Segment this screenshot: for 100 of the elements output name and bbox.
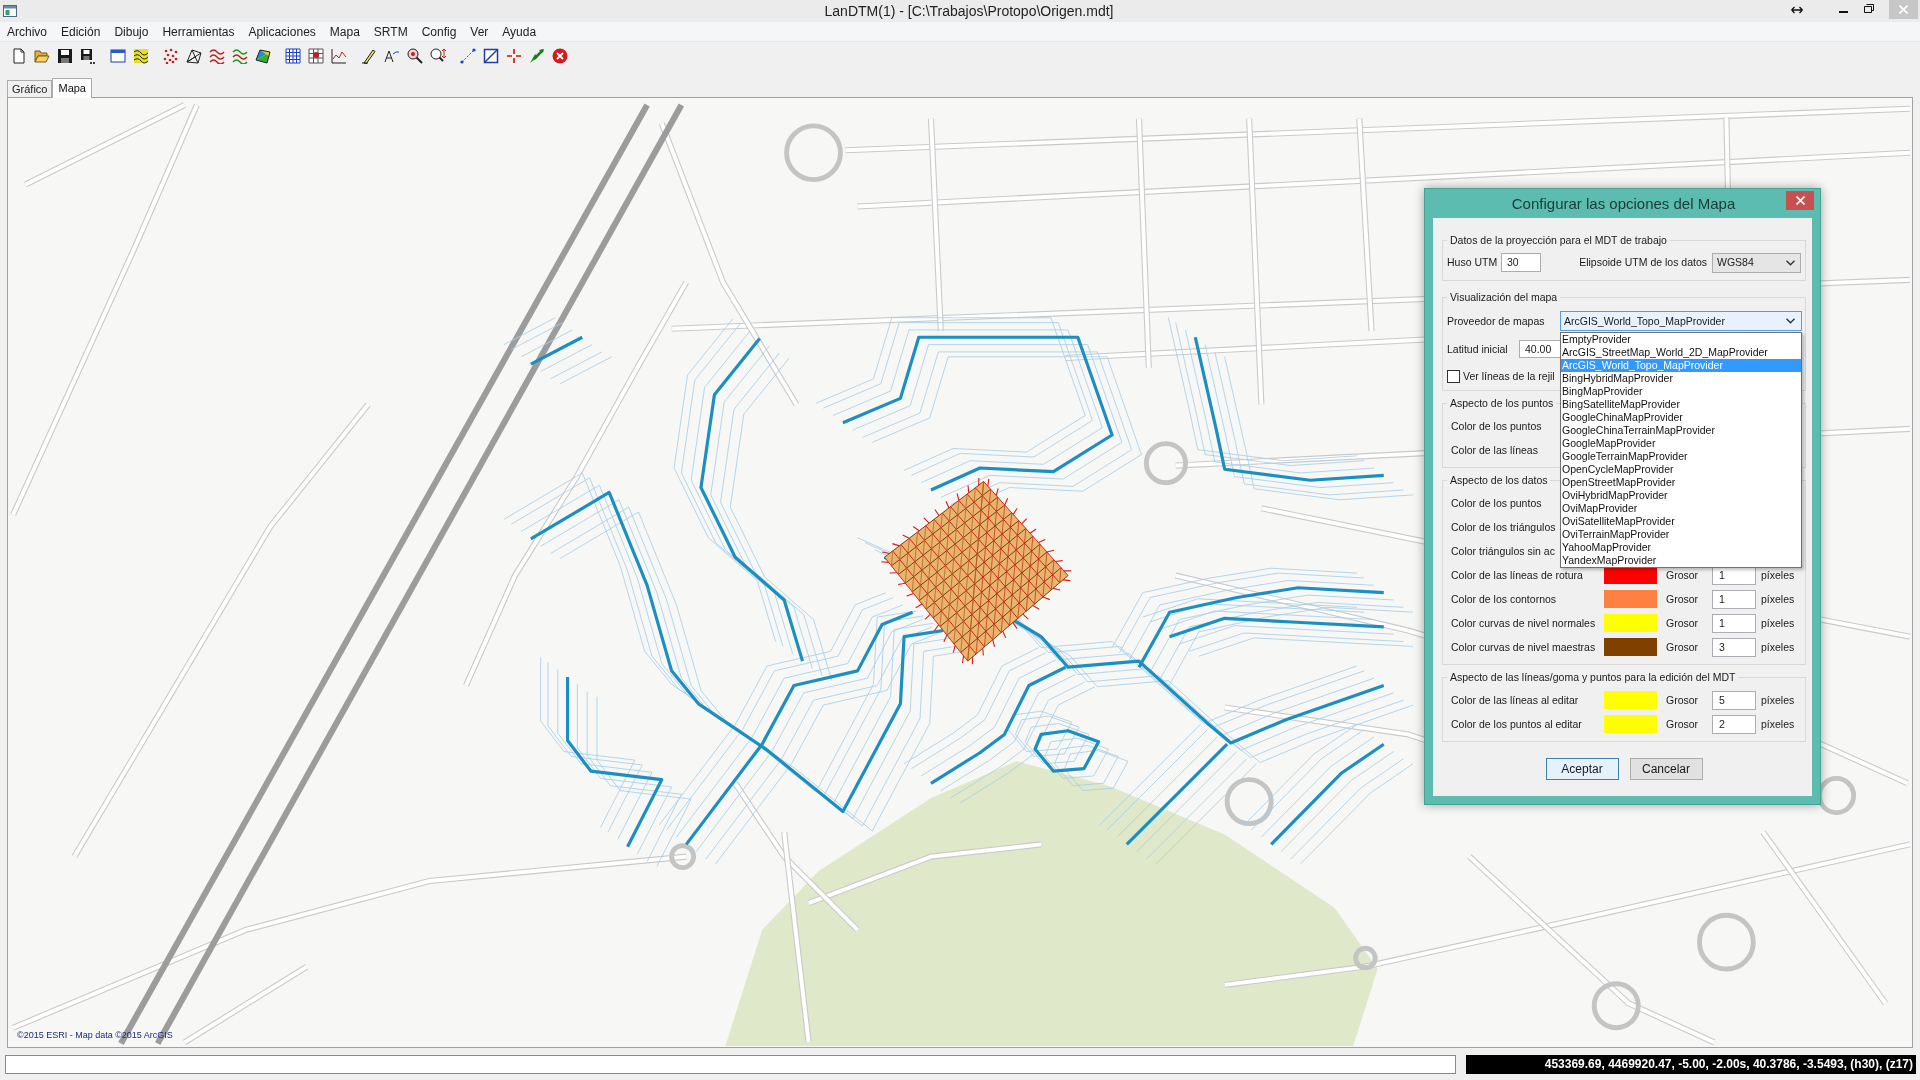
menu-item[interactable]: Ver — [463, 22, 496, 41]
dropdown-option[interactable]: GoogleMapProvider — [1561, 437, 1801, 450]
unit-label: píxeles — [1761, 616, 1795, 630]
row-label: Color triángulos sin ac — [1451, 544, 1555, 558]
latitude-input[interactable]: 40.00 — [1519, 340, 1561, 358]
dropdown-option[interactable]: OviHybridMapProvider — [1561, 489, 1801, 502]
menu-item[interactable]: Mapa — [322, 22, 367, 41]
width-input[interactable]: 2 — [1712, 714, 1756, 734]
dropdown-option[interactable]: GoogleChinaMapProvider — [1561, 411, 1801, 424]
tab[interactable]: Mapa — [52, 78, 92, 98]
dots-icon[interactable] — [163, 48, 179, 64]
dialog-button[interactable]: Cancelar — [1629, 758, 1703, 780]
row-label: Color de las líneas — [1451, 443, 1538, 457]
field-label: Grosor — [1666, 640, 1700, 654]
window-icon[interactable] — [110, 48, 126, 64]
group-heading: Visualización del mapa — [1449, 291, 1559, 304]
dropdown-option[interactable]: BingHybridMapProvider — [1561, 372, 1801, 385]
menu-item[interactable]: Aplicaciones — [241, 22, 323, 41]
colored-mesh-icon[interactable] — [255, 48, 271, 64]
menu-item[interactable]: Dibujo — [107, 22, 156, 41]
save-icon[interactable] — [57, 48, 73, 64]
app-icon — [3, 5, 17, 17]
field-label: Huso UTM — [1447, 256, 1499, 269]
row-label: Color de las líneas al editar — [1451, 693, 1580, 707]
triangle-line-icon[interactable] — [384, 48, 400, 64]
menu-item[interactable]: Ayuda — [495, 22, 544, 41]
dropdown-option[interactable]: BingMapProvider — [1561, 385, 1801, 398]
dropdown-option[interactable]: BingSatelliteMapProvider — [1561, 398, 1801, 411]
chevron-down-icon — [1786, 318, 1795, 324]
new-file-icon[interactable] — [11, 48, 27, 64]
zone-input[interactable]: 30 — [1501, 253, 1541, 272]
color-swatch-icon[interactable] — [1604, 638, 1657, 656]
unit-label: píxeles — [1761, 640, 1795, 654]
close-button[interactable] — [1786, 191, 1814, 210]
profile-chart-icon[interactable] — [331, 48, 347, 64]
provider-combo-box[interactable]: ArcGIS_World_Topo_MapProvider — [1560, 311, 1802, 331]
chevron-down-icon — [1786, 259, 1795, 266]
dropdown-option[interactable]: OviMapProvider — [1561, 502, 1801, 515]
wavy-lines-icon[interactable] — [232, 48, 248, 64]
coordinates-readout: 453369.69, 4469920.47, -5.00, -2.00s, 40.3786, -3.5493, (h30), (z17) — [1466, 1054, 1916, 1074]
ellipsoid-select[interactable]: WGS84 — [1712, 252, 1801, 273]
field-label: Latitud inicial — [1447, 342, 1509, 356]
row-label: Color de los triángulos — [1451, 520, 1556, 534]
color-swatch-icon[interactable] — [1604, 715, 1657, 733]
dropdown-option[interactable]: YahooMapProvider — [1561, 541, 1801, 554]
save-as-icon[interactable] — [80, 48, 96, 64]
dialog-title: Configurar las opciones del Mapa — [1510, 194, 1737, 214]
pencil-icon[interactable] — [361, 48, 377, 64]
open-folder-icon[interactable] — [34, 48, 50, 64]
window-title: LanDTM(1) - [C:\Trabajos\Protopo\Origen.mdt] — [823, 1, 1115, 21]
dropdown-option[interactable]: OviSatelliteMapProvider — [1561, 515, 1801, 528]
width-input[interactable]: 1 — [1712, 613, 1756, 633]
field-label: Grosor — [1666, 616, 1700, 630]
menu-item[interactable]: SRTM — [366, 22, 415, 41]
hatched-tile-icon[interactable] — [133, 48, 149, 64]
width-input[interactable]: 3 — [1712, 637, 1756, 657]
group-heading: Aspecto de los datos — [1449, 474, 1549, 487]
menu-item[interactable]: Archivo — [0, 22, 54, 41]
diagonal-arrow-icon[interactable] — [529, 48, 545, 64]
row-label: Color de los contornos — [1451, 592, 1558, 606]
close-icon — [1899, 5, 1908, 14]
menu-item[interactable]: Edición — [54, 22, 108, 41]
menu-item[interactable]: Herramientas — [155, 22, 242, 41]
square-diagonal-icon[interactable] — [483, 48, 499, 64]
wavy-lines-icon[interactable] — [209, 48, 225, 64]
dropdown-option[interactable]: GoogleTerrainMapProvider — [1561, 450, 1801, 463]
color-swatch-icon[interactable] — [1604, 614, 1657, 632]
unit-label: píxeles — [1761, 592, 1795, 606]
row-label: Color de los puntos al editar — [1451, 717, 1583, 731]
dropdown-option[interactable]: OviTerrainMapProvider — [1561, 528, 1801, 541]
dialog-button[interactable]: Aceptar — [1545, 758, 1619, 780]
close-icon — [1795, 196, 1805, 205]
double-arrow-icon[interactable] — [1791, 6, 1803, 14]
triangle-mesh-icon[interactable] — [186, 48, 202, 64]
width-input[interactable]: 1 — [1712, 589, 1756, 609]
grid-icon[interactable] — [285, 48, 301, 64]
zoom-icon[interactable] — [407, 48, 423, 64]
dropdown-option[interactable]: ArcGIS_StreetMap_World_2D_MapProvider — [1561, 346, 1801, 359]
map-attribution: ©2015 ESRI - Map data ©2015 ArcGIS — [17, 1028, 173, 1042]
dropdown-option[interactable]: YandexMapProvider — [1561, 554, 1801, 567]
color-swatch-icon[interactable] — [1604, 691, 1657, 709]
field-label: Proveedor de mapas — [1447, 314, 1546, 328]
tab[interactable]: Gráfico — [7, 80, 53, 97]
crosshair-icon[interactable] — [506, 48, 522, 64]
zoom-icon[interactable] — [430, 48, 446, 64]
checkbox[interactable] — [1447, 370, 1460, 383]
dropdown-option[interactable]: OpenStreetMapProvider — [1561, 476, 1801, 489]
close-circle-icon[interactable] — [552, 48, 568, 64]
color-swatch-icon[interactable] — [1604, 590, 1657, 608]
dotted-line-icon[interactable] — [460, 48, 476, 64]
dropdown-option[interactable]: OpenCycleMapProvider — [1561, 463, 1801, 476]
row-label: Color de los puntos — [1451, 496, 1542, 510]
dropdown-option[interactable]: EmptyProvider — [1561, 333, 1801, 346]
unit-label: píxeles — [1761, 568, 1795, 582]
field-label: Elipsoide UTM de los datos — [1579, 256, 1707, 269]
dropdown-option[interactable]: GoogleChinaTerrainMapProvider — [1561, 424, 1801, 437]
field-label: Grosor — [1666, 693, 1700, 707]
width-input[interactable]: 5 — [1712, 690, 1756, 710]
menu-item[interactable]: Config — [414, 22, 464, 41]
restore-icon[interactable] — [1864, 4, 1874, 13]
